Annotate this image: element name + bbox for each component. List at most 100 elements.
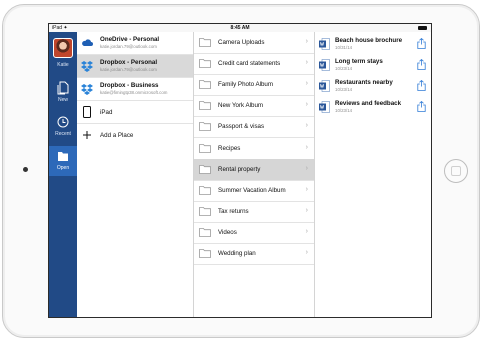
folder-icon (199, 206, 211, 216)
folder-row[interactable]: Family Photo Album › (194, 74, 314, 97)
folder-name: Rental property (218, 165, 261, 173)
clock-icon (57, 116, 69, 128)
folder-name: Tax returns (218, 207, 249, 215)
chevron-right-icon: › (305, 249, 308, 256)
rail-recent-label: Recent (55, 131, 71, 137)
share-icon[interactable] (417, 80, 426, 91)
file-name: Restaurants nearby (335, 79, 393, 86)
file-row[interactable]: Restaurants nearby 10/23/14 (315, 76, 431, 97)
home-button[interactable] (444, 159, 468, 183)
folder-row[interactable]: Summer Vacation Album › (194, 180, 314, 202)
chevron-right-icon: › (305, 185, 308, 193)
word-document-icon (319, 80, 330, 92)
file-date: 10/23/14 (335, 108, 353, 113)
chevron-right-icon: › (305, 38, 308, 45)
folder-name: Summer Vacation Album (218, 186, 286, 194)
folder-icon (199, 227, 211, 237)
folder-row[interactable]: Rental property › (194, 158, 314, 181)
place-title: Add a Place (100, 132, 134, 139)
word-document-icon (319, 101, 330, 113)
navigation-rail: Katie New Recent Open (49, 32, 77, 317)
folder-icon (199, 185, 211, 195)
folder-name: Family Photo Album (218, 81, 274, 89)
folder-icon (58, 152, 68, 161)
place-title: Dropbox - Business (100, 82, 159, 89)
place-title: Dropbox - Personal (100, 59, 158, 66)
rail-new-button[interactable]: New (49, 78, 77, 108)
chevron-right-icon: › (305, 101, 308, 109)
folder-icon (199, 122, 211, 132)
file-date: 10/23/14 (335, 87, 353, 92)
file-date: 10/23/14 (335, 66, 353, 71)
chevron-right-icon: › (305, 80, 308, 88)
folder-row[interactable]: Passport & visas › (194, 116, 314, 139)
folder-name: New York Album (218, 102, 264, 110)
share-icon[interactable] (417, 101, 426, 112)
rail-open-label: Open (56, 165, 70, 171)
folder-row[interactable]: Videos › (194, 222, 314, 244)
chevron-right-icon: › (305, 206, 308, 214)
app-screen: iPad ✦ 8:45 AM Katie New Recent Open One… (48, 23, 432, 318)
share-icon[interactable] (417, 59, 426, 70)
file-name: Long term stays (335, 58, 383, 65)
folder-name: Wedding plan (218, 250, 256, 257)
user-name: Katie (57, 62, 69, 68)
status-bar: iPad ✦ 8:45 AM (49, 24, 431, 32)
front-camera (23, 167, 28, 172)
file-name: Reviews and feedback (335, 100, 402, 107)
place-dropbox-personal[interactable]: Dropbox - Personal katie.jordan.79@outlo… (77, 55, 193, 78)
place-dropbox-business[interactable]: Dropbox - Business katie@fimingtp38.onmi… (77, 78, 193, 101)
place-subtitle: katie@fimingtp38.onmicrosoft.com (100, 90, 168, 95)
rail-open-button[interactable]: Open (49, 146, 77, 176)
chevron-right-icon: › (305, 164, 308, 172)
place-onedrive-personal[interactable]: OneDrive - Personal katie.jordan.79@outl… (77, 32, 193, 55)
folder-icon (199, 38, 211, 47)
chevron-right-icon: › (305, 59, 308, 67)
word-document-icon (319, 59, 330, 71)
ipad-icon (83, 106, 91, 118)
status-time: 8:45 AM (230, 25, 250, 31)
place-subtitle: katie.jordan.79@outlook.com (100, 67, 157, 72)
add-place-button[interactable]: Add a Place (77, 124, 193, 146)
folder-row[interactable]: Credit card statements › (194, 53, 314, 76)
place-title: OneDrive - Personal (100, 36, 160, 43)
folder-row[interactable]: Camera Uploads › (194, 32, 314, 54)
file-date: 10/31/14 (335, 45, 353, 50)
folder-list: Camera Uploads › Credit card statements › Fa… (194, 32, 315, 317)
place-ipad[interactable]: iPad (77, 101, 193, 124)
onedrive-cloud-icon (82, 39, 93, 46)
file-row[interactable]: Long term stays 10/23/14 (315, 55, 431, 76)
folder-icon (199, 249, 211, 258)
file-row[interactable]: Reviews and feedback 10/23/14 (315, 97, 431, 118)
avatar[interactable] (53, 38, 73, 58)
rail-recent-button[interactable]: Recent (49, 112, 77, 142)
new-document-icon (57, 81, 69, 95)
folder-name: Camera Uploads (218, 39, 265, 46)
chevron-right-icon: › (305, 122, 308, 130)
folder-icon (199, 143, 211, 153)
rail-new-label: New (57, 97, 68, 103)
folder-icon (199, 59, 211, 68)
share-icon[interactable] (417, 38, 426, 49)
file-list: Beach house brochure 10/31/14 Long term st… (315, 32, 431, 317)
file-name: Beach house brochure (335, 37, 403, 44)
folder-row[interactable]: Recipes › (194, 138, 314, 160)
folder-row[interactable]: Tax returns › (194, 201, 314, 223)
file-row[interactable]: Beach house brochure 10/31/14 (315, 34, 431, 55)
word-document-icon (319, 38, 330, 50)
folder-icon (199, 101, 211, 111)
place-title: iPad (100, 109, 113, 116)
folder-name: Credit card statements (218, 60, 281, 68)
folder-icon (199, 80, 211, 90)
battery-icon (418, 26, 427, 30)
folder-row[interactable]: Wedding plan › (194, 243, 314, 265)
folder-row[interactable]: New York Album › (194, 95, 314, 118)
dropbox-icon (81, 84, 93, 95)
dropbox-icon (81, 61, 93, 72)
place-subtitle: katie.jordan.79@outlook.com (100, 44, 157, 49)
chevron-right-icon: › (305, 227, 308, 235)
folder-name: Passport & visas (218, 123, 265, 131)
folder-icon (199, 164, 211, 174)
folder-name: Videos (218, 228, 237, 236)
places-list: OneDrive - Personal katie.jordan.79@outl… (77, 32, 194, 317)
